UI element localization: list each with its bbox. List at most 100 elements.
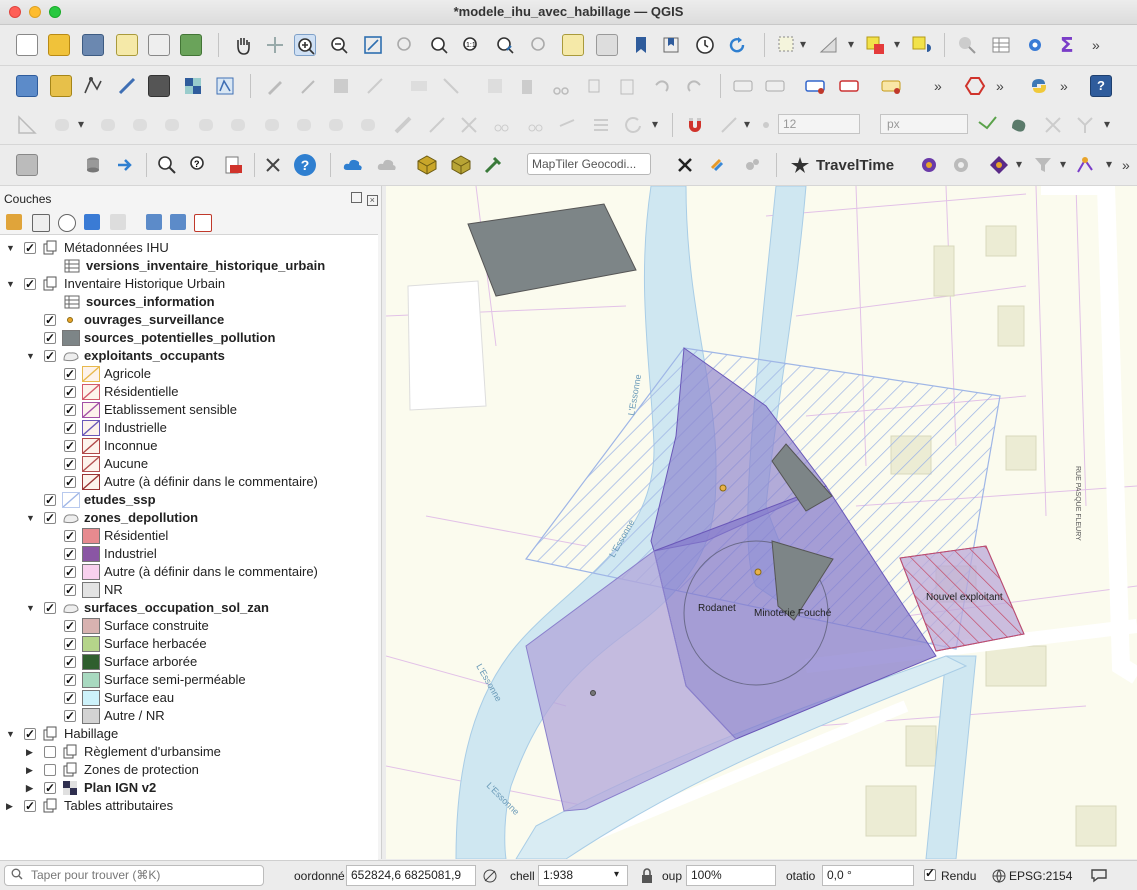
filter-dropdown-icon[interactable]: ▾ — [1060, 157, 1066, 171]
plugin-orange-gear-icon[interactable] — [918, 154, 940, 176]
layer-visibility-checkbox[interactable] — [64, 473, 76, 491]
delete-selected-icon[interactable] — [516, 75, 538, 97]
add-raster-layer-icon[interactable] — [182, 75, 204, 97]
layer-visibility-checkbox[interactable] — [64, 419, 76, 437]
layer-visibility-checkbox[interactable] — [24, 239, 36, 257]
topology-editing-icon[interactable] — [1008, 114, 1030, 136]
layer-tree-row[interactable]: versions_inventaire_historique_urbain — [0, 257, 376, 275]
pan-to-selection-icon[interactable] — [264, 34, 286, 56]
copy-features-icon[interactable] — [584, 75, 606, 97]
add-part-icon[interactable] — [228, 114, 250, 136]
layer-tree-row[interactable]: Résidentiel — [0, 527, 376, 545]
layer-visibility-checkbox[interactable] — [44, 329, 56, 347]
statistical-summary-icon[interactable]: Σ — [1056, 33, 1078, 57]
avoid-overlap-icon[interactable] — [1042, 114, 1064, 136]
label-toolbar-icon[interactable] — [732, 75, 754, 97]
add-delimited-text-icon[interactable] — [116, 75, 138, 97]
layer-tree-row[interactable]: ▼ exploitants_occupants — [0, 347, 376, 365]
style-layer-icon[interactable] — [6, 214, 22, 230]
toolbar-overflow-icon[interactable]: » — [1122, 157, 1130, 173]
save-project-icon[interactable] — [82, 34, 104, 56]
redo-icon[interactable] — [684, 75, 706, 97]
layer-visibility-checkbox[interactable] — [64, 653, 76, 671]
layer-tree-row[interactable]: ▼ zones_depollution — [0, 509, 376, 527]
add-web-layer-icon[interactable] — [50, 75, 72, 97]
coordinate-field[interactable]: 652824,6 6825081,9 — [346, 865, 476, 886]
layer-tree-row[interactable]: Autre / NR — [0, 707, 376, 725]
align-icon[interactable] — [590, 114, 612, 136]
move-label-icon[interactable] — [880, 75, 902, 97]
collapse-arrow-icon[interactable]: ▼ — [26, 599, 35, 617]
filter-legend-icon[interactable] — [84, 214, 100, 230]
add-vector-layer-icon[interactable] — [82, 75, 104, 97]
map-canvas[interactable]: Rodanet Minoterie Fouché Nouvel exploita… — [386, 186, 1137, 859]
layer-tree-row[interactable]: Surface arborée — [0, 653, 376, 671]
layer-visibility-checkbox[interactable] — [24, 725, 36, 743]
zoom-native-resolution-icon[interactable]: 1:1 — [460, 34, 482, 56]
delete-ring-icon[interactable] — [294, 114, 316, 136]
toolbar-overflow-icon[interactable]: » — [996, 78, 1004, 94]
select-dropdown-icon[interactable]: ▾ — [800, 37, 806, 51]
layer-visibility-checkbox[interactable] — [44, 491, 56, 509]
cloud-sync-icon[interactable] — [376, 154, 398, 176]
remove-layer-icon[interactable] — [194, 214, 212, 232]
digitize-shape-icon[interactable] — [964, 75, 986, 97]
layer-visibility-checkbox[interactable] — [64, 383, 76, 401]
layer-visibility-checkbox[interactable] — [64, 563, 76, 581]
layer-tree-row[interactable]: Surface construite — [0, 617, 376, 635]
python-console-icon[interactable] — [1028, 75, 1050, 97]
cloud-upload-icon[interactable] — [342, 154, 364, 176]
help-icon[interactable]: ? — [1090, 75, 1112, 97]
layer-visibility-checkbox[interactable] — [64, 671, 76, 689]
expand-all-icon[interactable] — [146, 214, 162, 230]
expand-arrow-icon[interactable]: ▶ — [26, 761, 33, 779]
deselect-all-icon[interactable] — [864, 34, 886, 56]
layer-tree-row[interactable]: Autre (à définir dans le commentaire) — [0, 473, 376, 491]
layer-visibility-checkbox[interactable] — [44, 779, 56, 797]
layer-visibility-checkbox[interactable] — [44, 311, 56, 329]
current-edits-icon[interactable] — [298, 75, 320, 97]
add-feature-icon[interactable] — [364, 75, 386, 97]
add-ring-icon[interactable] — [196, 114, 218, 136]
zoom-last-icon[interactable] — [494, 34, 516, 56]
snapping-mode-icon[interactable] — [718, 114, 740, 136]
layer-visibility-checkbox[interactable] — [64, 581, 76, 599]
plugin-cube-2-icon[interactable] — [450, 154, 472, 176]
zoom-full-icon[interactable] — [362, 34, 384, 56]
lock-scale-icon[interactable] — [640, 868, 654, 887]
plugin-cube-icon[interactable] — [416, 154, 438, 176]
layer-visibility-checkbox[interactable] — [44, 599, 56, 617]
split-parts-icon[interactable] — [458, 114, 480, 136]
zoom-next-icon[interactable] — [528, 34, 550, 56]
zoom-out-icon[interactable] — [328, 34, 350, 56]
expand-arrow-icon[interactable]: ▶ — [6, 797, 13, 815]
select-by-value-dropdown-icon[interactable]: ▾ — [848, 37, 854, 51]
attribute-form-icon[interactable] — [484, 75, 506, 97]
fill-ring-icon[interactable] — [262, 114, 284, 136]
modify-attributes-icon[interactable] — [440, 75, 462, 97]
expand-arrow-icon[interactable]: ▶ — [26, 779, 33, 797]
select-features-icon[interactable] — [776, 34, 798, 56]
merge-attributes-icon[interactable] — [524, 114, 546, 136]
new-spatial-bookmark-icon[interactable] — [630, 34, 652, 56]
layer-tree-row[interactable]: Résidentielle — [0, 383, 376, 401]
render-checkbox[interactable] — [924, 866, 936, 881]
select-location-icon[interactable] — [910, 34, 932, 56]
select-by-value-icon[interactable] — [818, 34, 840, 56]
layer-visibility-checkbox[interactable] — [64, 437, 76, 455]
rotate-dropdown-icon[interactable]: ▾ — [652, 117, 658, 131]
pan-hand-icon[interactable] — [232, 34, 254, 56]
layer-visibility-checkbox[interactable] — [64, 689, 76, 707]
split-features-icon[interactable] — [426, 114, 448, 136]
layer-tree-row[interactable]: ▶ Zones de protection — [0, 761, 376, 779]
layer-visibility-checkbox[interactable] — [64, 527, 76, 545]
layer-visibility-checkbox[interactable] — [64, 617, 76, 635]
gears-icon[interactable] — [740, 154, 762, 176]
layer-visibility-checkbox[interactable] — [44, 347, 56, 365]
toolbar-overflow-icon[interactable]: » — [1092, 37, 1100, 53]
zoom-in-icon[interactable] — [294, 34, 316, 56]
layer-tree-row[interactable]: ▶ Tables attributaires — [0, 797, 376, 815]
cross-tools-icon[interactable] — [674, 154, 696, 176]
collapse-arrow-icon[interactable]: ▼ — [26, 509, 35, 527]
layer-tree-row[interactable]: ouvrages_surveillance — [0, 311, 376, 329]
